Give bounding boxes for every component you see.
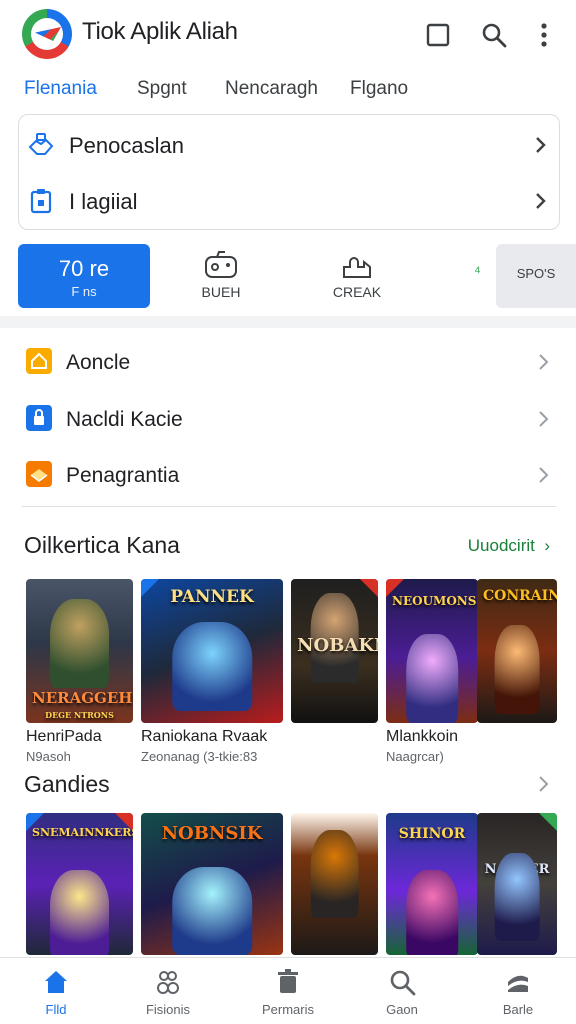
cover-caption: SNEMAINNKERS [32, 826, 133, 839]
gift-icon [26, 461, 52, 487]
cover-caption: SHINOR [398, 826, 466, 842]
clipboard-icon [27, 187, 55, 215]
trash-icon [274, 968, 302, 996]
nav-label: Barle [502, 1002, 534, 1017]
list-divider [22, 506, 556, 507]
cover-caption: CONRAIN [483, 588, 557, 604]
tab-flenania[interactable]: Flenania [24, 78, 97, 100]
nav-label: Fisionis [145, 1002, 191, 1017]
game-cover[interactable] [291, 813, 378, 955]
game-cover[interactable]: NOBAKN [291, 579, 378, 723]
card-row-lagiial[interactable]: I lagiial [19, 173, 559, 229]
list-item-label: Aoncle [66, 351, 131, 374]
bottom-navigation: Flld Fisionis Permaris Gaon Barle [0, 957, 576, 1024]
section-divider [0, 316, 576, 328]
shortcut-card: Penocaslan I lagiial [18, 114, 560, 230]
chevron-right-icon: › [539, 536, 550, 555]
game-cover[interactable]: SHINOR [386, 813, 478, 955]
tab-nencaragh[interactable]: Nencaragh [225, 78, 318, 100]
app-logo[interactable] [22, 9, 72, 59]
nav-label: Permaris [261, 1002, 314, 1017]
home-icon [42, 968, 70, 996]
list-item-label: Penagrantia [66, 464, 180, 487]
chip-primary[interactable]: 70 re F ns [18, 244, 150, 308]
chevron-right-icon [533, 135, 547, 155]
list-item-aoncle[interactable]: Aoncle [0, 332, 576, 388]
tab-flgano[interactable]: Flgano [350, 78, 408, 100]
cover-subcaption: DEGE NTRONS [45, 709, 114, 720]
square-icon[interactable] [423, 20, 453, 50]
card-row-label: I lagiial [69, 189, 138, 214]
section-title-games: Gandies [24, 771, 110, 797]
chevron-right-icon [533, 191, 547, 211]
chip-mid-glyph: ⁴ [474, 264, 481, 281]
chip-primary-value: 70 re [58, 256, 110, 281]
more-vert-icon[interactable] [529, 20, 559, 50]
game-cover[interactable]: NOBNSIK [141, 813, 283, 955]
game-cover[interactable]: NARKER [477, 813, 557, 955]
chevron-right-icon [536, 465, 550, 485]
chevron-right-icon [536, 409, 550, 429]
cover-caption: PANNEK [170, 587, 254, 607]
game-title[interactable]: Mlankkoin [386, 728, 458, 746]
list-item-label: Nacldi Kacie [66, 408, 183, 431]
badge-corner [539, 813, 557, 831]
handshake-icon [27, 131, 55, 159]
list-item-nacldi-kacie[interactable]: Nacldi Kacie [0, 389, 576, 445]
puzzle-icon [339, 250, 375, 280]
chevron-right-icon [536, 352, 550, 372]
nav-item-gaon[interactable]: Gaon [352, 968, 452, 1017]
app-title: Tiok Aplik Aliah [82, 18, 238, 45]
groups-icon [154, 968, 182, 996]
see-more-link[interactable]: Uuodcirit › [468, 536, 550, 556]
chip-label: CREAK [332, 284, 382, 300]
game-controller-icon [203, 250, 239, 280]
cover-caption: NERAGGEH [32, 689, 133, 708]
chip-spos[interactable]: SPO'S [496, 244, 576, 308]
chip-creak[interactable]: CREAK [302, 250, 412, 306]
cover-caption: NEOUMONS [392, 594, 477, 608]
nav-item-fisionis[interactable]: Fisionis [118, 968, 218, 1017]
nav-item-flld[interactable]: Flld [6, 968, 106, 1017]
chevron-right-icon[interactable] [536, 774, 550, 794]
chip-primary-label: F ns [71, 284, 97, 299]
game-cover[interactable]: NEOUMONS [386, 579, 478, 723]
card-row-label: Penocaslan [69, 133, 184, 158]
game-subtitle: Zeonanag (3-tkie:83 [141, 749, 258, 764]
card-row-penocaslan[interactable]: Penocaslan [19, 117, 559, 173]
app-header: Tiok Aplik Aliah [0, 0, 576, 70]
game-cover[interactable]: SNEMAINNKERS [26, 813, 133, 955]
badge-corner [360, 579, 378, 597]
lock-icon [26, 405, 52, 431]
cover-caption: NOBNSIK [161, 823, 263, 844]
game-title[interactable]: HenriPada [26, 728, 102, 746]
nav-item-barle[interactable]: Barle [468, 968, 568, 1017]
game-cover[interactable]: CONRAIN [477, 579, 557, 723]
game-title[interactable]: Raniokana Rvaak [141, 728, 267, 746]
nav-label: Flld [45, 1002, 67, 1017]
search-icon[interactable] [479, 20, 509, 50]
profile-icon [504, 968, 532, 996]
section-title-featured: Oilkertica Kana [24, 532, 180, 558]
chip-label: BUEH [201, 284, 241, 300]
tab-spgnt[interactable]: Spgnt [137, 78, 187, 100]
tab-bar: Flenania Spgnt Nencaragh Flgano [0, 72, 576, 106]
category-chips: 70 re F ns BUEH CREAK ⁴ SPO'S [0, 242, 576, 310]
game-subtitle: Naagrcar) [386, 749, 444, 764]
chip-bueh[interactable]: BUEH [166, 250, 276, 306]
search-icon [388, 968, 416, 996]
nav-item-permaris[interactable]: Permaris [238, 968, 338, 1017]
cover-caption: NOBAKN [297, 635, 378, 656]
game-cover[interactable]: NERAGGEH DEGE NTRONS [26, 579, 133, 723]
game-cover[interactable]: PANNEK [141, 579, 283, 723]
nav-label: Gaon [386, 1002, 418, 1017]
list-item-penagrantia[interactable]: Penagrantia [0, 445, 576, 501]
game-subtitle: N9asoh [26, 749, 71, 764]
see-more-label: Uuodcirit [467, 536, 535, 555]
home-icon [26, 348, 52, 374]
